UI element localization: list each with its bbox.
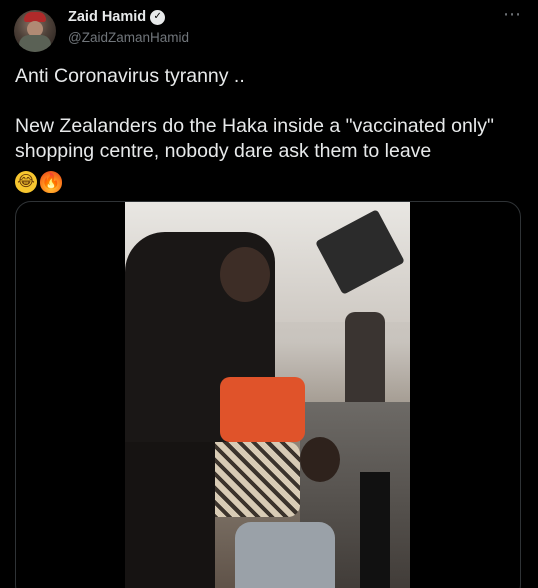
author-name-row: Zaid Hamid ✓ (68, 9, 166, 25)
video-frame[interactable] (125, 202, 410, 588)
video-orange-shirt (220, 377, 305, 442)
video-grey-shirt (235, 522, 335, 588)
video-media[interactable] (15, 201, 521, 588)
video-statue (345, 312, 385, 412)
tweet: Zaid Hamid ✓ @ZaidZamanHamid ⋯ Anti Coro… (0, 0, 538, 588)
video-person-head (300, 437, 340, 482)
video-store-sign (360, 472, 390, 588)
more-options-icon[interactable]: ⋯ (503, 4, 522, 25)
laughing-tears-emoji-icon: 😂 (15, 171, 37, 193)
video-person (125, 442, 215, 588)
avatar[interactable] (14, 10, 56, 52)
author-handle[interactable]: @ZaidZamanHamid (68, 30, 189, 45)
video-person-head (220, 247, 270, 302)
tweet-text-line1: Anti Coronavirus tyranny .. (15, 65, 245, 87)
author-display-name[interactable]: Zaid Hamid (68, 9, 146, 25)
tweet-emojis: 😂 🔥 (15, 164, 525, 193)
verified-badge-icon: ✓ (150, 9, 166, 25)
tweet-text: Anti Coronavirus tyranny .. New Zealande… (15, 64, 525, 193)
avatar-body (19, 35, 51, 52)
tweet-text-line2: New Zealanders do the Haka inside a "vac… (15, 115, 494, 162)
fire-emoji-icon: 🔥 (40, 171, 62, 193)
